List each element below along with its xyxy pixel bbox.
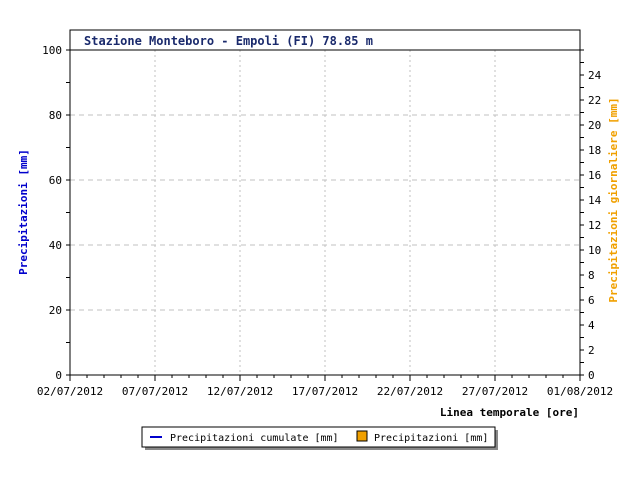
left-y-axis: 0 20 40 60 80 100 [42, 44, 70, 382]
right-tick-label: 14 [588, 194, 602, 207]
rainfall-chart: Stazione Monteboro - Empoli (FI) 78.85 m… [17, 29, 620, 450]
right-tick-label: 8 [588, 269, 595, 282]
right-y-axis: 024681012141618202224 [580, 49, 602, 382]
left-tick-label: 80 [49, 109, 62, 122]
left-tick-label: 0 [55, 369, 62, 382]
right-tick-label: 16 [588, 169, 601, 182]
x-tick-label: 27/07/2012 [462, 385, 528, 398]
right-tick-label: 4 [588, 319, 595, 332]
legend-label-cumulative: Precipitazioni cumulate [mm] [170, 433, 339, 444]
x-tick-label: 01/08/2012 [547, 385, 613, 398]
left-tick-label: 20 [49, 304, 62, 317]
right-tick-label: 18 [588, 144, 601, 157]
left-tick-label: 100 [42, 44, 62, 57]
right-tick-label: 10 [588, 244, 601, 257]
right-tick-label: 2 [588, 344, 595, 357]
left-tick-label: 60 [49, 174, 62, 187]
chart-title: Stazione Monteboro - Empoli (FI) 78.85 m [84, 34, 373, 48]
right-tick-label: 22 [588, 94, 601, 107]
right-tick-label: 20 [588, 119, 601, 132]
right-tick-label: 24 [588, 69, 602, 82]
x-tick-label: 07/07/2012 [122, 385, 188, 398]
x-axis: 02/07/2012 07/07/2012 12/07/2012 17/07/2012… [37, 375, 613, 398]
right-axis-label: Precipitazioni giornaliere [mm] [607, 97, 620, 302]
grid-lines [70, 50, 580, 375]
right-tick-label: 12 [588, 219, 601, 232]
x-tick-label: 22/07/2012 [377, 385, 443, 398]
left-axis-label: Precipitazioni [mm] [17, 149, 30, 275]
x-tick-label: 17/07/2012 [292, 385, 358, 398]
legend: Precipitazioni cumulate [mm] Precipitazi… [141, 426, 498, 450]
title-box: Stazione Monteboro - Empoli (FI) 78.85 m [69, 29, 581, 51]
x-tick-label: 12/07/2012 [207, 385, 273, 398]
right-tick-label: 6 [588, 294, 595, 307]
legend-label-daily: Precipitazioni [mm] [374, 433, 488, 444]
x-tick-label: 02/07/2012 [37, 385, 103, 398]
right-tick-label: 0 [588, 369, 595, 382]
left-tick-label: 40 [49, 239, 62, 252]
legend-bar-swatch [356, 430, 368, 442]
x-axis-label: Linea temporale [ore] [440, 406, 579, 419]
